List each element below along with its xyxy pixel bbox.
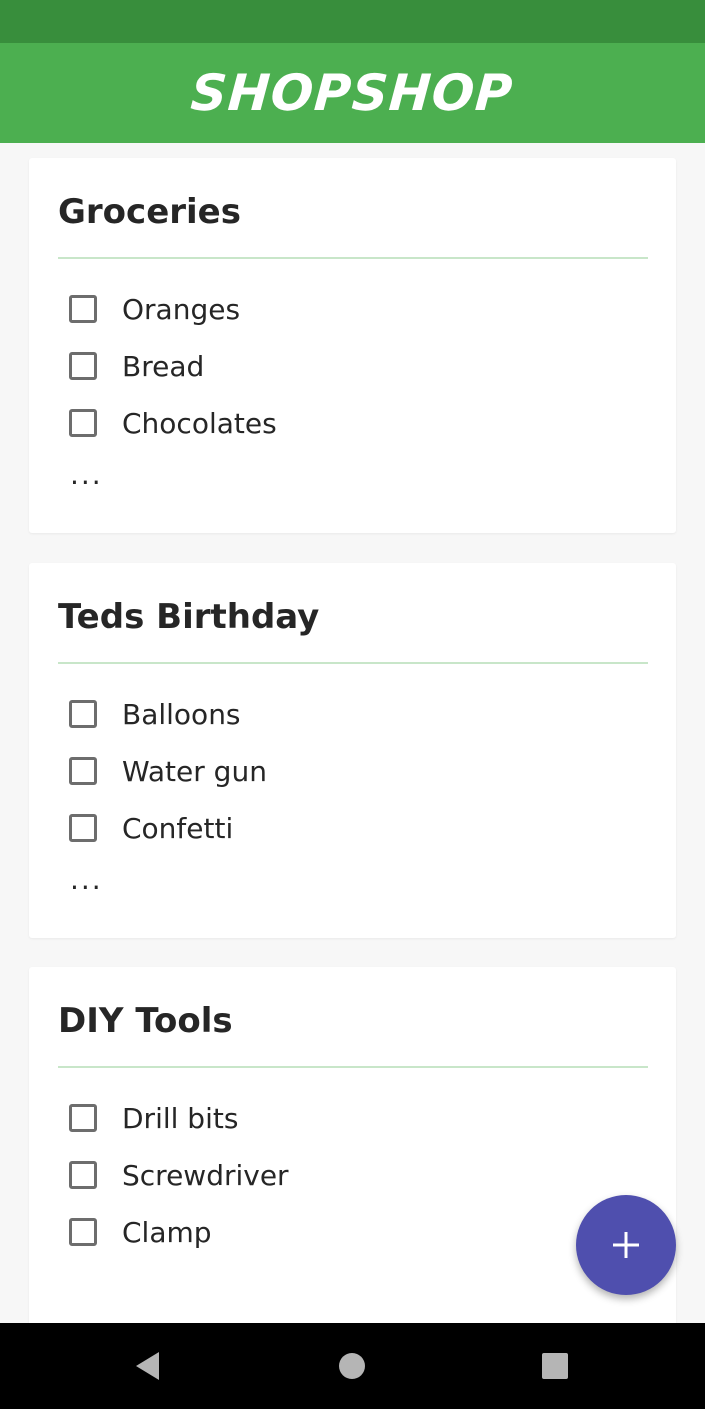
checkbox[interactable] — [69, 295, 97, 323]
divider — [58, 257, 648, 259]
list-item[interactable]: Balloons — [69, 696, 241, 732]
list-item[interactable]: Screwdriver — [69, 1157, 289, 1193]
nav-home-button[interactable] — [312, 1323, 392, 1409]
checkbox[interactable] — [69, 409, 97, 437]
list-title: Groceries — [58, 192, 241, 232]
checkbox[interactable] — [69, 1218, 97, 1246]
list-card-teds-birthday[interactable]: Teds Birthday Balloons Water gun Confett… — [29, 563, 676, 938]
item-label: Screwdriver — [122, 1158, 289, 1192]
more-items-ellipsis: ... — [70, 863, 103, 896]
list-item[interactable]: Bread — [69, 348, 204, 384]
checkbox[interactable] — [69, 1161, 97, 1189]
system-nav-bar — [0, 1323, 705, 1409]
checkbox[interactable] — [69, 757, 97, 785]
lists-container: Groceries Oranges Bread Chocolates ... T… — [0, 143, 705, 1323]
recents-icon — [542, 1353, 568, 1379]
nav-recents-button[interactable] — [515, 1323, 595, 1409]
item-label: Confetti — [122, 811, 234, 845]
app-title: SHOPSHOP — [189, 64, 516, 122]
list-item[interactable]: Water gun — [69, 753, 267, 789]
app-bar: SHOPSHOP — [0, 43, 705, 143]
list-title: DIY Tools — [58, 1001, 233, 1041]
more-items-ellipsis: ... — [70, 458, 103, 491]
nav-back-button[interactable] — [108, 1323, 188, 1409]
item-label: Bread — [122, 349, 205, 383]
list-item[interactable]: Oranges — [69, 291, 240, 327]
item-label: Balloons — [122, 697, 241, 731]
list-card-groceries[interactable]: Groceries Oranges Bread Chocolates ... — [29, 158, 676, 533]
plus-icon — [613, 1232, 639, 1258]
status-bar — [0, 0, 705, 43]
add-list-button[interactable] — [576, 1195, 676, 1295]
divider — [58, 1066, 648, 1068]
item-label: Water gun — [122, 754, 267, 788]
item-label: Drill bits — [122, 1101, 239, 1135]
list-title: Teds Birthday — [58, 597, 320, 637]
home-icon — [339, 1353, 365, 1379]
item-label: Chocolates — [122, 406, 277, 440]
list-item[interactable]: Confetti — [69, 810, 233, 846]
item-label: Clamp — [122, 1215, 212, 1249]
list-item[interactable]: Chocolates — [69, 405, 277, 441]
checkbox[interactable] — [69, 1104, 97, 1132]
list-item[interactable]: Clamp — [69, 1214, 212, 1250]
list-card-diy-tools[interactable]: DIY Tools Drill bits Screwdriver Clamp — [29, 967, 676, 1323]
checkbox[interactable] — [69, 814, 97, 842]
list-item[interactable]: Drill bits — [69, 1100, 238, 1136]
checkbox[interactable] — [69, 352, 97, 380]
back-icon — [136, 1352, 159, 1380]
checkbox[interactable] — [69, 700, 97, 728]
item-label: Oranges — [122, 292, 241, 326]
divider — [58, 662, 648, 664]
